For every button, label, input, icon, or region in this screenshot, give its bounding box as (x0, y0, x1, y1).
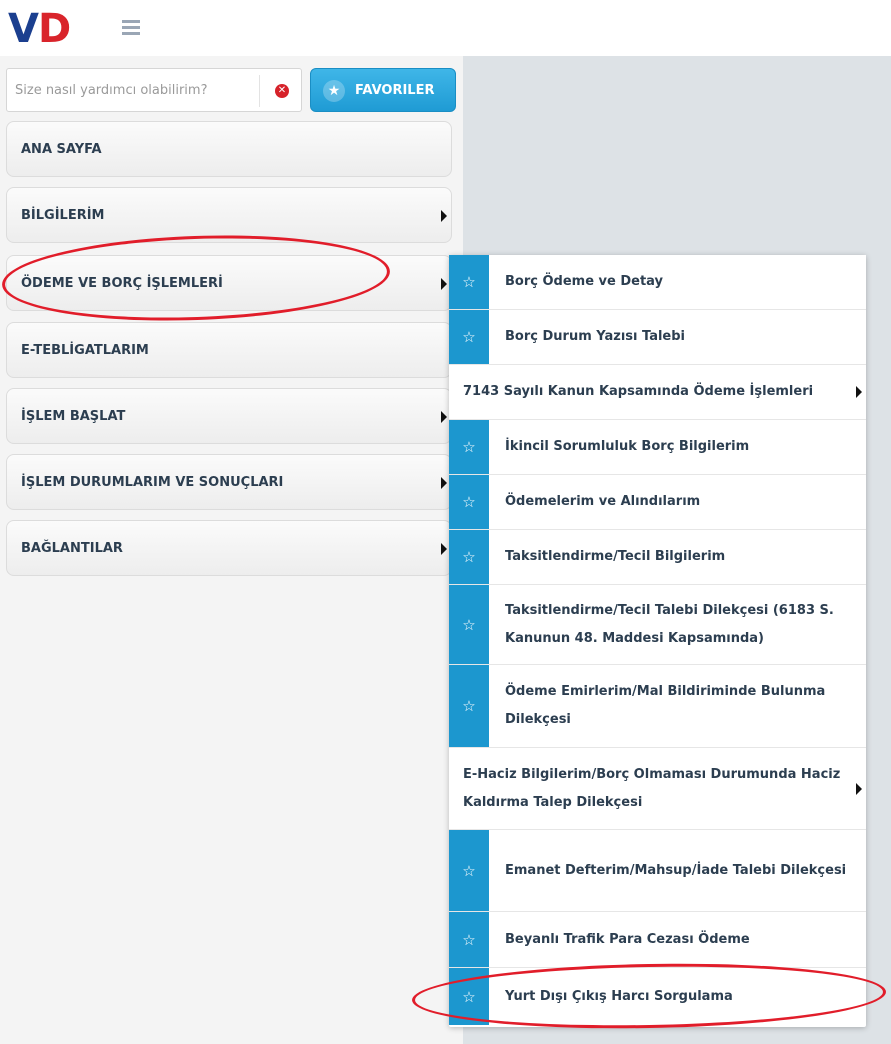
submenu-item[interactable]: ☆ Yurt Dışı Çıkış Harcı Sorgulama (449, 968, 866, 1025)
search-input[interactable] (15, 69, 255, 111)
submenu-item[interactable]: ☆ Emanet Defterim/Mahsup/İade Talebi Dil… (449, 830, 866, 912)
favorite-star-icon[interactable]: ☆ (449, 912, 489, 967)
submenu-item[interactable]: ☆ Ödemelerim ve Alındılarım (449, 475, 866, 530)
submenu-item-label: Borç Durum Yazısı Talebi (505, 329, 686, 344)
logo-letter-v: V (8, 6, 39, 52)
nav-item-odeme-ve-borc[interactable]: ÖDEME VE BORÇ İŞLEMLERİ (6, 255, 452, 311)
chevron-right-icon (856, 386, 862, 398)
header: V D (0, 0, 891, 56)
submenu-item[interactable]: ☆ Taksitlendirme/Tecil Bilgilerim (449, 530, 866, 585)
nav-item-islem-baslat[interactable]: İŞLEM BAŞLAT (6, 388, 452, 444)
favorite-star-icon[interactable]: ☆ (449, 475, 489, 529)
nav-item-label: İŞLEM DURUMLARIM VE SONUÇLARI (21, 475, 284, 490)
nav-item-islem-durumlarim[interactable]: İŞLEM DURUMLARIM VE SONUÇLARI (6, 454, 452, 510)
submenu-item[interactable]: ☆ Beyanlı Trafik Para Cezası Ödeme (449, 912, 866, 968)
nav-item-label: İŞLEM BAŞLAT (21, 409, 126, 424)
logo-letter-d: D (38, 6, 72, 52)
chevron-right-icon (441, 543, 447, 555)
nav-item-baglantilar[interactable]: BAĞLANTILAR (6, 520, 452, 576)
submenu-item[interactable]: 7143 Sayılı Kanun Kapsamında Ödeme İşlem… (449, 365, 866, 420)
submenu-item-label: Yurt Dışı Çıkış Harcı Sorgulama (505, 988, 733, 1004)
nav-item-ana-sayfa[interactable]: ANA SAYFA (6, 121, 452, 177)
favorite-star-icon[interactable]: ☆ (449, 830, 489, 911)
submenu-item-label: Taksitlendirme/Tecil Bilgilerim (505, 549, 726, 564)
submenu-item-label: Beyanlı Trafik Para Cezası Ödeme (505, 931, 750, 947)
submenu-item-label: Ödemelerim ve Alındılarım (505, 494, 701, 509)
menu-list-icon[interactable] (122, 20, 140, 36)
submenu-item-label: E-Haciz Bilgilerim/Borç Olmaması Durumun… (463, 766, 841, 810)
chevron-right-icon (441, 477, 447, 489)
favorites-label: FAVORILER (355, 83, 435, 98)
star-icon: ★ (323, 80, 345, 102)
clear-search-icon[interactable]: ✕ (275, 84, 289, 98)
nav-item-bilgilerim[interactable]: BİLGİLERİM (6, 187, 452, 243)
submenu-item-label: Taksitlendirme/Tecil Talebi Dilekçesi (6… (505, 602, 834, 646)
chevron-right-icon (441, 411, 447, 423)
nav-item-label: E-TEBLİGATLARIM (21, 343, 149, 358)
nav-item-label: BAĞLANTILAR (21, 541, 123, 556)
vd-logo[interactable]: V D (8, 6, 92, 52)
submenu-item[interactable]: ☆ Borç Durum Yazısı Talebi (449, 310, 866, 365)
submenu-item-label: Borç Ödeme ve Detay (505, 274, 664, 289)
submenu-item[interactable]: ☆ Ödeme Emirlerim/Mal Bildiriminde Bulun… (449, 665, 866, 748)
submenu-item-label: İkincil Sorumluluk Borç Bilgilerim (505, 439, 750, 454)
favorites-button[interactable]: ★ FAVORILER (310, 68, 456, 112)
favorite-star-icon[interactable]: ☆ (449, 665, 489, 747)
submenu-item[interactable]: ☆ İkincil Sorumluluk Borç Bilgilerim (449, 420, 866, 475)
submenu-item[interactable]: ☆ Taksitlendirme/Tecil Talebi Dilekçesi … (449, 585, 866, 665)
favorite-star-icon[interactable]: ☆ (449, 530, 489, 584)
search-divider (259, 75, 260, 107)
submenu-odeme-ve-borc: ☆ Borç Ödeme ve Detay ☆ Borç Durum Yazıs… (449, 255, 866, 1027)
submenu-item-label: 7143 Sayılı Kanun Kapsamında Ödeme İşlem… (463, 384, 814, 399)
submenu-item-label: Emanet Defterim/Mahsup/İade Talebi Dilek… (505, 862, 847, 878)
favorite-star-icon[interactable]: ☆ (449, 255, 489, 309)
nav-item-label: ANA SAYFA (21, 142, 102, 157)
chevron-right-icon (441, 210, 447, 222)
submenu-item[interactable]: E-Haciz Bilgilerim/Borç Olmaması Durumun… (449, 748, 866, 830)
nav-item-label: ÖDEME VE BORÇ İŞLEMLERİ (21, 276, 223, 291)
favorite-star-icon[interactable]: ☆ (449, 585, 489, 664)
nav-item-e-tebligatlarim[interactable]: E-TEBLİGATLARIM (6, 322, 452, 378)
submenu-item[interactable]: ☆ Borç Ödeme ve Detay (449, 255, 866, 310)
chevron-right-icon (441, 278, 447, 290)
favorite-star-icon[interactable]: ☆ (449, 420, 489, 474)
chevron-right-icon (856, 782, 862, 795)
search-box: ✕ (6, 68, 302, 112)
search-row: ✕ ★ FAVORILER (6, 68, 456, 112)
favorite-star-icon[interactable]: ☆ (449, 310, 489, 364)
submenu-item-label: Ödeme Emirlerim/Mal Bildiriminde Bulunma… (505, 684, 826, 727)
nav-item-label: BİLGİLERİM (21, 208, 105, 223)
favorite-star-icon[interactable]: ☆ (449, 968, 489, 1025)
sidebar: ✕ ★ FAVORILER ANA SAYFA BİLGİLERİM ÖDEME… (0, 56, 463, 1044)
